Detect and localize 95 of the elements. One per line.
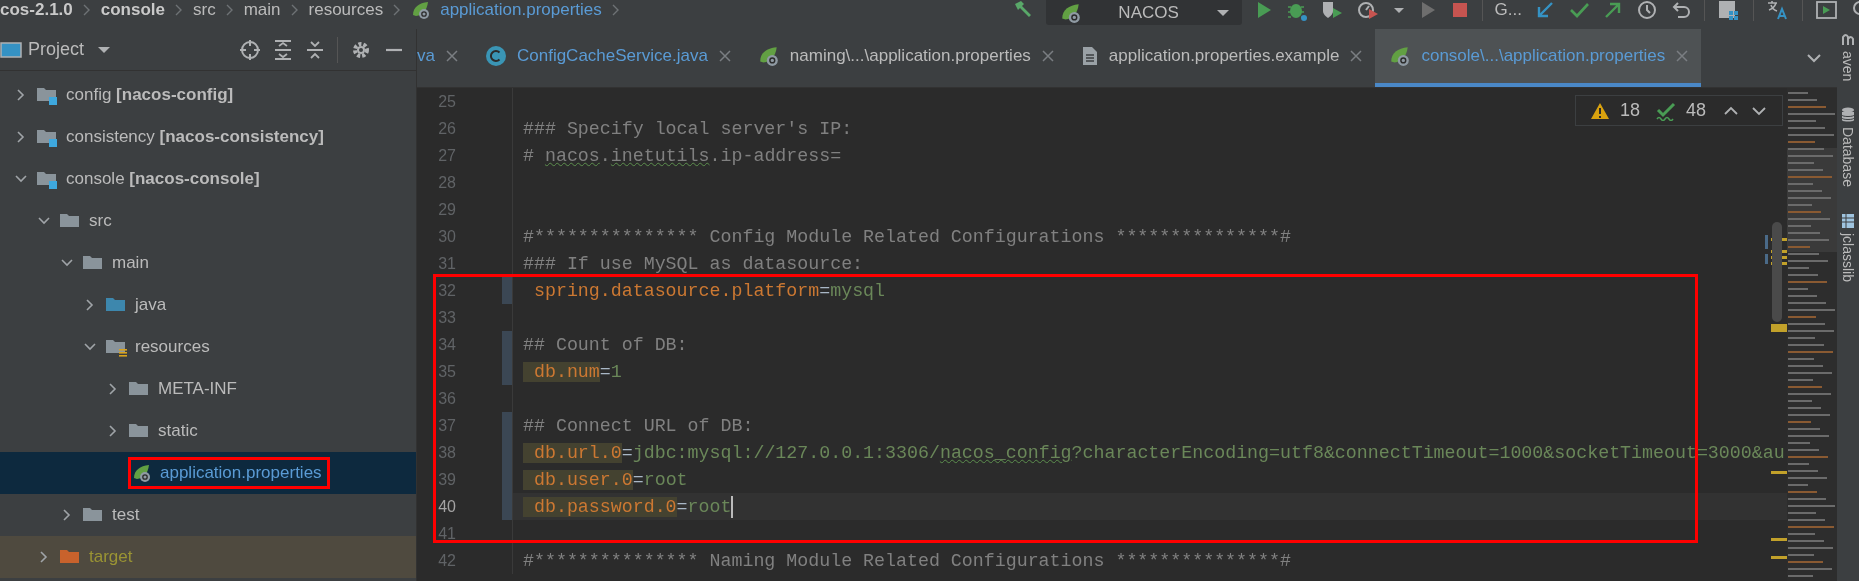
tree-item[interactable]: src bbox=[0, 200, 416, 242]
line-number: 28 bbox=[437, 173, 456, 192]
folder-icon bbox=[36, 169, 58, 189]
editor-tab[interactable]: ConfigCacheService.java bbox=[470, 29, 744, 87]
tree-item[interactable]: application.properties bbox=[0, 452, 416, 494]
folder-icon bbox=[36, 85, 58, 105]
panel-title[interactable]: Project bbox=[28, 39, 85, 60]
undo-icon[interactable] bbox=[1670, 0, 1692, 21]
tree-item[interactable]: consistency [nacos-consistency] bbox=[0, 116, 416, 158]
breadcrumb-item[interactable]: resources bbox=[308, 0, 384, 20]
run-configuration-dropdown[interactable]: NACOS bbox=[1045, 0, 1242, 25]
tree-item[interactable]: config [nacos-config] bbox=[0, 74, 416, 116]
line-number: 42 bbox=[437, 551, 456, 570]
code-line: #*************** Config Module Related Configurations ***************# bbox=[523, 226, 1291, 247]
chevron-right-icon bbox=[610, 2, 621, 17]
scrollbar-thumb[interactable] bbox=[1772, 222, 1782, 322]
code-line: ## Count of DB: bbox=[523, 334, 688, 355]
spring-icon bbox=[1389, 45, 1412, 67]
code-line: db.num=1 bbox=[523, 361, 622, 382]
line-number: 30 bbox=[437, 227, 456, 246]
gauge-run-icon[interactable] bbox=[1355, 0, 1380, 21]
line-number: 33 bbox=[437, 308, 456, 327]
breadcrumb-item[interactable]: main bbox=[243, 0, 281, 20]
chevron-right-icon bbox=[224, 2, 235, 17]
spring-file-icon bbox=[411, 0, 432, 20]
breadcrumb-item[interactable]: application.properties bbox=[440, 0, 602, 20]
chevron-right-icon bbox=[174, 2, 184, 17]
line-number: 37 bbox=[437, 416, 456, 435]
document-icon bbox=[1080, 45, 1099, 67]
tree-item[interactable]: static bbox=[0, 410, 416, 452]
run-window-icon[interactable] bbox=[1815, 0, 1839, 21]
editor-tab[interactable]: naming\...\application.properties bbox=[743, 29, 1067, 87]
line-number: 26 bbox=[437, 119, 456, 138]
tree-item[interactable]: java bbox=[0, 284, 416, 326]
tree-item[interactable]: main bbox=[0, 242, 416, 284]
line-number: 25 bbox=[437, 92, 456, 111]
typo-count[interactable]: 48 bbox=[1685, 100, 1706, 121]
line-number: 27 bbox=[437, 146, 456, 165]
code-line: db.user.0=root bbox=[523, 469, 688, 490]
tree-item[interactable]: target bbox=[0, 536, 416, 578]
editor-tab[interactable]: application.properties.example bbox=[1066, 29, 1376, 87]
crosshair-icon[interactable] bbox=[239, 38, 261, 61]
spring-icon bbox=[757, 45, 780, 67]
code-line: ## Connect URL of DB: bbox=[523, 415, 754, 436]
breadcrumb-item[interactable]: cos-2.1.0 bbox=[0, 0, 73, 20]
editor-tab[interactable]: va bbox=[417, 29, 471, 87]
breadcrumb-item[interactable]: console bbox=[100, 0, 165, 20]
tree-item[interactable]: console [nacos-console] bbox=[0, 158, 416, 200]
line-number: 40 bbox=[437, 497, 456, 516]
line-number: 34 bbox=[437, 335, 456, 354]
code-line: db.password.0=root bbox=[523, 496, 732, 517]
spring-file-icon bbox=[132, 463, 152, 483]
breadcrumb-item[interactable]: src bbox=[193, 0, 216, 20]
line-number: 39 bbox=[437, 470, 456, 489]
close-icon[interactable] bbox=[1040, 49, 1055, 63]
typo-check-icon[interactable] bbox=[1655, 100, 1676, 121]
folder-icon bbox=[105, 337, 127, 357]
line-number: 29 bbox=[437, 200, 456, 219]
chevron-right-icon bbox=[81, 2, 92, 17]
warning-icon[interactable] bbox=[1589, 101, 1610, 120]
chevron-right-icon bbox=[289, 2, 300, 17]
line-number: 41 bbox=[437, 524, 456, 543]
vcs-label[interactable]: G... bbox=[1494, 0, 1522, 20]
code-line: ### If use MySQL as datasource: bbox=[523, 253, 864, 274]
class-icon bbox=[484, 45, 507, 67]
spring-icon bbox=[1059, 1, 1082, 24]
folder-icon bbox=[36, 127, 58, 147]
expand-all-icon[interactable] bbox=[273, 38, 293, 61]
tool-window-button[interactable]: jclasslib bbox=[1837, 213, 1859, 283]
line-number: 38 bbox=[437, 443, 456, 462]
tree-item[interactable]: resources bbox=[0, 326, 416, 368]
layout-icon[interactable] bbox=[1717, 0, 1741, 21]
line-number: 36 bbox=[437, 389, 456, 408]
database-icon bbox=[1841, 107, 1855, 124]
code-line: ### Specify local server's IP: bbox=[523, 118, 853, 139]
table-icon bbox=[1841, 213, 1855, 230]
line-number: 32 bbox=[437, 281, 456, 300]
maven-icon bbox=[1841, 31, 1855, 47]
collapse-all-icon[interactable] bbox=[305, 38, 325, 61]
clock-icon[interactable] bbox=[1636, 0, 1658, 21]
close-icon[interactable] bbox=[717, 49, 732, 63]
code-line: spring.datasource.platform=mysql bbox=[532, 280, 886, 301]
warning-count[interactable]: 18 bbox=[1619, 100, 1640, 121]
code-line: #*************** Naming Module Related Configurations ***************# bbox=[523, 550, 1291, 571]
line-number: 31 bbox=[437, 254, 456, 273]
line-number: 35 bbox=[437, 362, 456, 381]
code-line: # nacos.inetutils.ip-address= bbox=[523, 145, 842, 166]
tool-window-button[interactable]: aven bbox=[1837, 31, 1859, 82]
close-icon[interactable] bbox=[444, 49, 459, 63]
tree-item[interactable]: test bbox=[0, 494, 416, 536]
panel-icon bbox=[0, 40, 22, 59]
tree-item[interactable]: META-INF bbox=[0, 368, 416, 410]
tool-window-button[interactable]: Database bbox=[1837, 107, 1859, 188]
close-icon[interactable] bbox=[1349, 49, 1364, 63]
translate-icon[interactable] bbox=[1766, 0, 1790, 21]
